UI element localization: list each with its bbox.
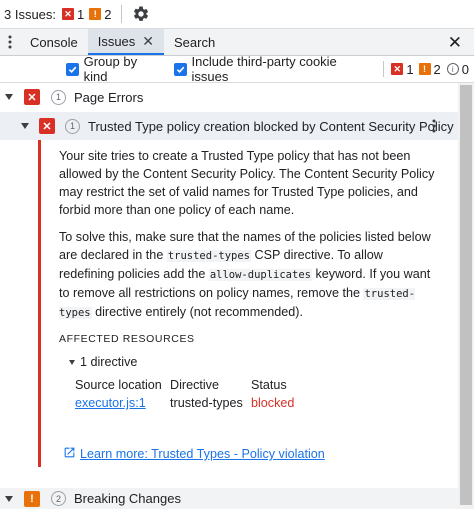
group-count-badge: 2 <box>51 491 66 506</box>
warning-count: 2 <box>104 6 112 22</box>
kebab-menu-icon[interactable] <box>432 119 436 136</box>
tab-label: Search <box>174 34 216 50</box>
issue-header[interactable]: ✕ 1 Trusted Type policy creation blocked… <box>0 112 458 140</box>
issue-counts: ✕ 1 ! 2 i 0 <box>391 62 474 77</box>
tab-label: Issues <box>97 33 136 49</box>
error-count: 1 <box>406 61 414 77</box>
issue-resolution: To solve this, make sure that the names … <box>59 228 441 322</box>
error-count: 1 <box>77 6 85 22</box>
tab-label: Console <box>30 34 78 50</box>
chevron-down-icon <box>5 495 13 502</box>
chevron-down-icon <box>21 123 29 129</box>
code-snippet: allow-duplicates <box>208 269 312 281</box>
issues-list: ✕ 1 Page Errors ✕ 1 Trusted Type policy … <box>0 83 474 509</box>
issues-toolbar: Group by kind Include third-party cookie… <box>0 54 474 84</box>
issue-description: Your site tries to create a Trusted Type… <box>59 149 435 217</box>
error-icon: ✕ <box>39 118 55 134</box>
error-icon: ✕ <box>24 89 40 105</box>
issues-count-label: 3 Issues: <box>4 6 57 22</box>
directive-toggle-label: 1 directive <box>80 355 138 369</box>
gear-icon[interactable] <box>132 5 150 23</box>
info-icon: i <box>446 63 459 75</box>
learn-more-link[interactable]: Learn more: Trusted Types - Policy viola… <box>63 446 325 462</box>
status-cell: blocked <box>251 396 295 410</box>
column-header: Status <box>251 378 287 392</box>
tab-console[interactable]: Console <box>20 29 88 55</box>
tab-issues[interactable]: Issues ✕ <box>87 29 165 55</box>
warning-icon: ! <box>418 63 431 75</box>
group-title: Page Errors <box>74 89 144 105</box>
affected-resources-heading: AFFECTED RESOURCES <box>59 333 195 345</box>
group-title: Breaking Changes <box>74 491 181 506</box>
drawer-tab-strip: Console Issues ✕ Search ✕ <box>0 29 474 56</box>
text: directive entirely (not recommended). <box>91 305 303 319</box>
group-count-badge: 1 <box>51 89 66 105</box>
chevron-down-icon <box>69 359 75 365</box>
group-by-kind-checkbox[interactable] <box>66 62 79 76</box>
warning-count: 2 <box>433 61 441 77</box>
close-icon[interactable]: ✕ <box>142 33 154 50</box>
directive-cell: trusted-types <box>170 396 243 410</box>
learn-more-label: Learn more: Trusted Types - Policy viola… <box>80 447 325 461</box>
warning-icon: ! <box>89 8 102 20</box>
divider <box>120 5 122 23</box>
column-header: Source location <box>75 378 162 392</box>
issue-title: Trusted Type policy creation blocked by … <box>88 118 454 134</box>
source-location-link[interactable]: executor.js:1 <box>75 396 146 410</box>
group-by-kind-label: Group by kind <box>83 54 138 84</box>
issue-count-badge: 1 <box>65 118 80 134</box>
divider <box>383 61 385 77</box>
issue-details: Your site tries to create a Trusted Type… <box>38 140 458 467</box>
info-count: 0 <box>461 61 470 77</box>
third-party-cookie-label: Include third-party cookie issues <box>191 54 337 84</box>
column-header: Directive <box>170 378 219 392</box>
group-page-errors[interactable]: ✕ 1 Page Errors <box>0 83 458 111</box>
close-drawer-icon[interactable]: ✕ <box>448 33 462 53</box>
scrollbar-thumb[interactable] <box>460 85 472 505</box>
directive-toggle[interactable]: 1 directive <box>69 355 137 369</box>
chevron-down-icon <box>5 94 13 100</box>
kebab-menu-icon[interactable] <box>0 29 20 55</box>
issues-status-bar: 3 Issues: ✕ 1 ! 2 <box>0 0 474 29</box>
third-party-cookie-checkbox[interactable] <box>173 62 187 76</box>
code-snippet: trusted-types <box>166 250 252 262</box>
tab-search[interactable]: Search <box>164 29 225 55</box>
error-icon: ✕ <box>391 63 404 75</box>
group-breaking-changes[interactable]: ! 2 Breaking Changes <box>0 488 458 509</box>
external-link-icon <box>63 446 76 462</box>
error-icon: ✕ <box>62 8 75 20</box>
warning-icon: ! <box>24 490 40 507</box>
